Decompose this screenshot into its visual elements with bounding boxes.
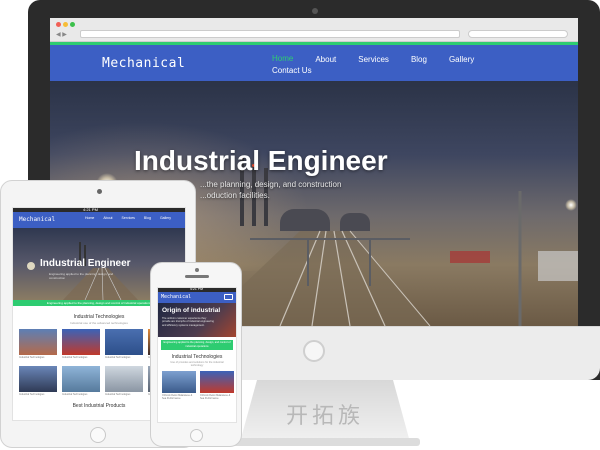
card-image: [62, 329, 100, 355]
browser-bar: ◀ ▶: [50, 18, 578, 42]
maximize-window-icon[interactable]: [70, 22, 75, 27]
tablet-card[interactable]: Industrial Technologies: [19, 329, 57, 362]
tablet-site-logo[interactable]: Mechanical: [19, 216, 55, 223]
card-image: [162, 371, 196, 393]
hero-title: Industrial Engineer: [134, 145, 388, 176]
card-image: [19, 329, 57, 355]
card-caption: Industrial Technologies: [62, 356, 88, 359]
back-forward-icon[interactable]: ◀ ▶: [56, 31, 67, 38]
tablet-hero-subtitle: Engineering applied to the planning, des…: [49, 272, 114, 280]
card-caption: Industrial Technologies: [19, 356, 45, 359]
card-image: [200, 371, 234, 393]
site-header: Mechanical Home About Services Blog Gall…: [50, 45, 578, 81]
tablet-nav-blog[interactable]: Blog: [144, 216, 151, 220]
monitor-logo-icon: [303, 340, 325, 362]
card-image: [105, 329, 143, 355]
phone-status-time: 4:21 PM: [190, 287, 204, 291]
card-caption: Orthodo Rekst Malaratese & Sea Performan…: [200, 394, 231, 400]
tablet-card[interactable]: Industrial Technologies: [105, 366, 143, 399]
phone-card[interactable]: Orthodo Rekst Malaratese & Sea Performan…: [162, 371, 196, 400]
phone-section-subtitle: Use of provides and solutions for the in…: [170, 361, 224, 367]
site-logo[interactable]: Mechanical: [102, 56, 185, 71]
tablet-home-button[interactable]: [90, 427, 106, 443]
phone-card-grid: Orthodo Rekst Malaratese & Sea Performan…: [162, 371, 236, 400]
phone-hero-title: Origin of industrial: [162, 307, 221, 314]
tablet-camera: [97, 189, 102, 194]
address-bar[interactable]: [80, 30, 460, 38]
nav-item-home[interactable]: Home: [272, 55, 293, 64]
nav-item-about[interactable]: About: [315, 55, 336, 64]
card-image: [62, 366, 100, 392]
close-window-icon[interactable]: [56, 22, 61, 27]
phone-section-title: Industrial Technologies: [171, 354, 223, 360]
nav-item-services[interactable]: Services: [358, 55, 389, 64]
tablet-card[interactable]: Industrial Technologies: [62, 366, 100, 399]
monitor-stand-base: [230, 438, 420, 446]
phone-screen: 4:21 PM Mechanical Origin of industrial …: [157, 287, 237, 423]
card-caption: Orthodo Rekst Malaratese & Sea Performan…: [162, 394, 193, 400]
browser-search-input[interactable]: [468, 30, 568, 38]
tablet-nav-services[interactable]: Services: [122, 216, 135, 220]
nav-item-contact[interactable]: Contact Us: [272, 66, 312, 75]
watermark: 开拓族: [285, 404, 364, 429]
main-nav: Home About Services Blog Gallery: [272, 55, 496, 65]
tablet-nav-about[interactable]: About: [103, 216, 112, 220]
phone-site-logo[interactable]: Mechanical: [161, 294, 191, 300]
card-caption: Industrial Technologies: [62, 393, 88, 396]
tablet-card[interactable]: Industrial Technologies: [62, 329, 100, 362]
nav-item-gallery[interactable]: Gallery: [449, 55, 474, 64]
phone-home-button[interactable]: [190, 429, 203, 442]
phone-hero-subtitle: The uniform customer experience they pro…: [162, 317, 214, 327]
monitor-camera: [312, 8, 318, 14]
tablet-card[interactable]: Industrial Technologies: [105, 329, 143, 362]
phone-card[interactable]: Orthodo Rekst Malaratese & Sea Performan…: [200, 371, 234, 400]
card-caption: Industrial Technologies: [105, 393, 131, 396]
nav-item-blog[interactable]: Blog: [411, 55, 427, 64]
tablet-nav-gallery[interactable]: Gallery: [160, 216, 171, 220]
tablet-nav-home[interactable]: Home: [85, 216, 94, 220]
card-image: [19, 366, 57, 392]
tablet-site-header: Mechanical Home About Services Blog Gall…: [13, 212, 185, 228]
phone-device: 4:21 PM Mechanical Origin of industrial …: [150, 262, 242, 447]
phone-hero: Origin of industrial The uniform custome…: [158, 303, 236, 337]
phone-speaker: [185, 275, 209, 278]
tablet-card[interactable]: Industrial Technologies: [19, 366, 57, 399]
hamburger-menu-icon[interactable]: [224, 294, 233, 300]
card-image: [105, 366, 143, 392]
hero-subtitle: ...the planning, design, and constructio…: [200, 180, 342, 200]
tablet-nav: Home About Services Blog Gallery: [85, 216, 180, 220]
card-caption: Industrial Technologies: [105, 356, 131, 359]
tablet-hero-title: Industrial Engineer: [40, 258, 131, 269]
phone-site-header: Mechanical: [158, 292, 236, 303]
minimize-window-icon[interactable]: [63, 22, 68, 27]
phone-green-banner: Engineering applied to the planning, des…: [161, 340, 233, 350]
device-mockup-stage: 开拓族 ◀ ▶ Mechanical Home About Services B…: [0, 0, 600, 450]
phone-camera: [195, 268, 199, 272]
card-caption: Industrial Technologies: [19, 393, 45, 396]
